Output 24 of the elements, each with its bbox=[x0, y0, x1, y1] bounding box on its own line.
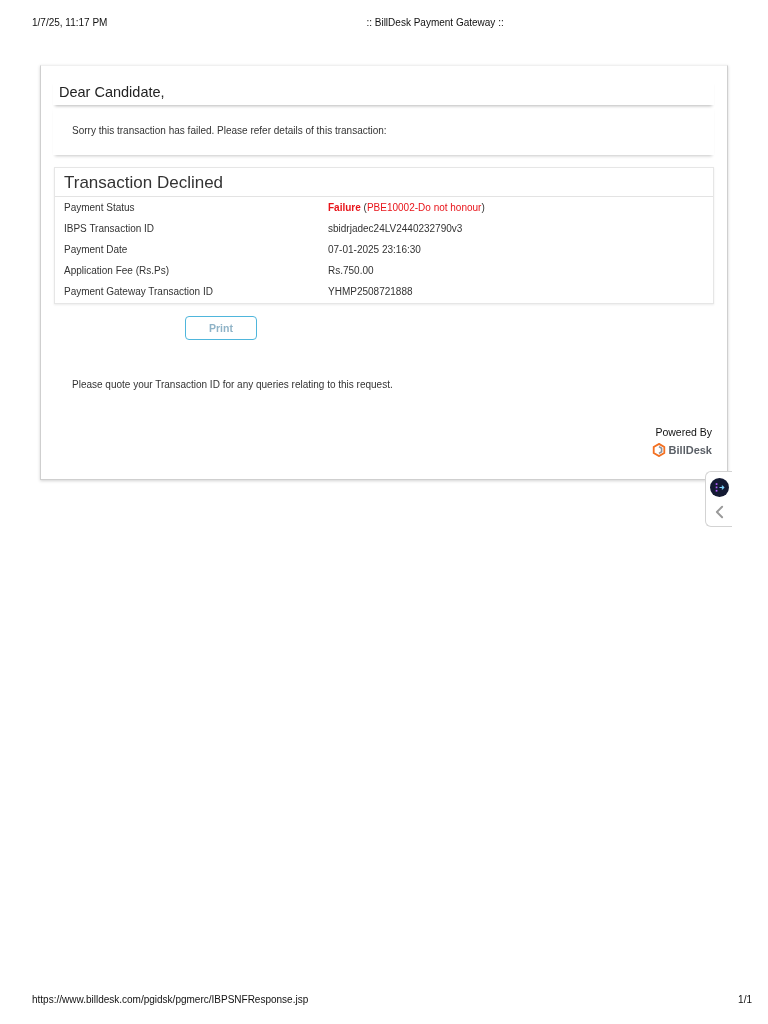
powered-by-caption: Powered By bbox=[655, 426, 712, 439]
field-label: Payment Gateway Transaction ID bbox=[64, 286, 214, 297]
brand-name: BillDesk bbox=[668, 443, 712, 457]
print-button[interactable]: Print bbox=[185, 316, 257, 340]
field-value: sbidrjadec24LV2440232790v3 bbox=[328, 223, 464, 234]
hexagon-logo-icon bbox=[651, 443, 666, 457]
field-value: Failure (PBE10002-Do not honour) bbox=[328, 202, 486, 213]
panel-title: Transaction Declined bbox=[64, 173, 224, 192]
page-title: :: BillDesk Payment Gateway :: bbox=[366, 17, 504, 29]
page-number: 1/1 bbox=[738, 994, 752, 1006]
field-value: Rs.750.00 bbox=[328, 265, 375, 276]
print-date-time: 1/7/25, 11:17 PM bbox=[32, 17, 108, 29]
page-url: https://www.billdesk.com/pgidsk/pgmerc/IBPSNFResponse.jsp bbox=[32, 994, 309, 1006]
message-text: Sorry this transaction has failed. Please refer details of this transaction: bbox=[72, 125, 387, 136]
field-label: Application Fee (Rs.Ps) bbox=[64, 265, 171, 276]
field-value: 07-01-2025 23:16:30 bbox=[328, 244, 422, 255]
field-label: Payment Date bbox=[64, 244, 129, 255]
extension-icon[interactable] bbox=[709, 478, 729, 497]
greeting-text: Dear Candidate, bbox=[59, 84, 165, 100]
field-label: Payment Status bbox=[64, 202, 136, 213]
field-value: YHMP2508721888 bbox=[328, 286, 414, 297]
note-text: Please quote your Transaction ID for any queries relating to this request. bbox=[72, 378, 394, 391]
field-label: IBPS Transaction ID bbox=[64, 223, 156, 234]
chevron-left-icon[interactable] bbox=[714, 505, 724, 519]
